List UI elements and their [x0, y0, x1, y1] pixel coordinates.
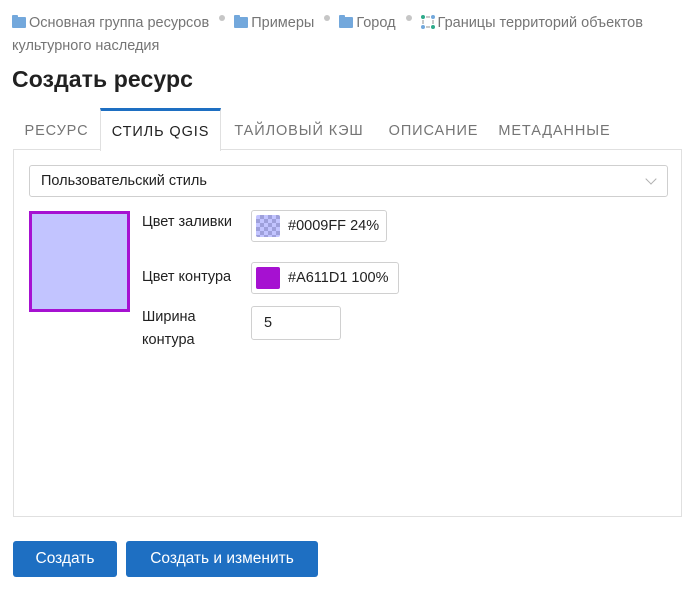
folder-icon [339, 15, 354, 28]
stroke-color-picker[interactable]: #A611D1 100% [251, 262, 399, 294]
tab-qgis-style[interactable]: СТИЛЬ QGIS [100, 108, 221, 151]
fill-color-swatch[interactable] [256, 215, 280, 237]
breadcrumb-item-examples[interactable]: Примеры [234, 15, 314, 31]
breadcrumb-label[interactable]: Основная группа ресурсов [29, 15, 209, 31]
vector-layer-icon [420, 15, 435, 29]
style-type-value: Пользовательский стиль [41, 173, 207, 189]
breadcrumb-item-city[interactable]: Город [339, 15, 396, 31]
breadcrumb-item-root[interactable]: Основная группа ресурсов [12, 15, 209, 31]
stroke-color-value: #A611D1 100% [288, 270, 389, 286]
breadcrumb-label[interactable]: Город [356, 15, 395, 31]
page-title: Создать ресурс [12, 66, 194, 92]
fill-color-label: Цвет заливки [142, 214, 232, 230]
breadcrumb-separator [324, 15, 331, 21]
stroke-color-swatch[interactable] [256, 267, 280, 289]
fill-color-picker[interactable]: #0009FF 24% [251, 210, 387, 242]
chevron-down-icon [645, 173, 657, 185]
stroke-width-label: Ширина контура [142, 309, 196, 348]
style-preview [29, 211, 130, 312]
fill-color-value: #0009FF 24% [288, 218, 380, 234]
tab-description[interactable]: ОПИСАНИЕ [377, 108, 490, 150]
tab-tile-cache[interactable]: ТАЙЛОВЫЙ КЭШ [221, 108, 377, 150]
breadcrumb-label[interactable]: Примеры [251, 15, 314, 31]
tab-metadata[interactable]: МЕТАДАННЫЕ [490, 108, 619, 150]
tab-panel: Пользовательский стиль Цвет заливки #000… [13, 149, 682, 517]
folder-icon [234, 15, 249, 28]
create-and-edit-button[interactable]: Создать и изменить [126, 541, 318, 577]
style-type-select[interactable]: Пользовательский стиль [29, 165, 668, 197]
breadcrumb-separator [405, 15, 412, 21]
breadcrumb: Основная группа ресурсов Примеры Город Гран… [12, 12, 682, 58]
stroke-color-label: Цвет контура [142, 269, 232, 285]
stroke-width-input[interactable]: 5 [251, 306, 341, 340]
tab-resource[interactable]: РЕСУРС [13, 108, 100, 150]
create-button[interactable]: Создать [13, 541, 117, 577]
folder-icon [12, 15, 26, 28]
tab-bar: РЕСУРС СТИЛЬ QGIS ТАЙЛОВЫЙ КЭШ ОПИСАНИЕ … [13, 108, 682, 151]
breadcrumb-separator [219, 15, 226, 21]
